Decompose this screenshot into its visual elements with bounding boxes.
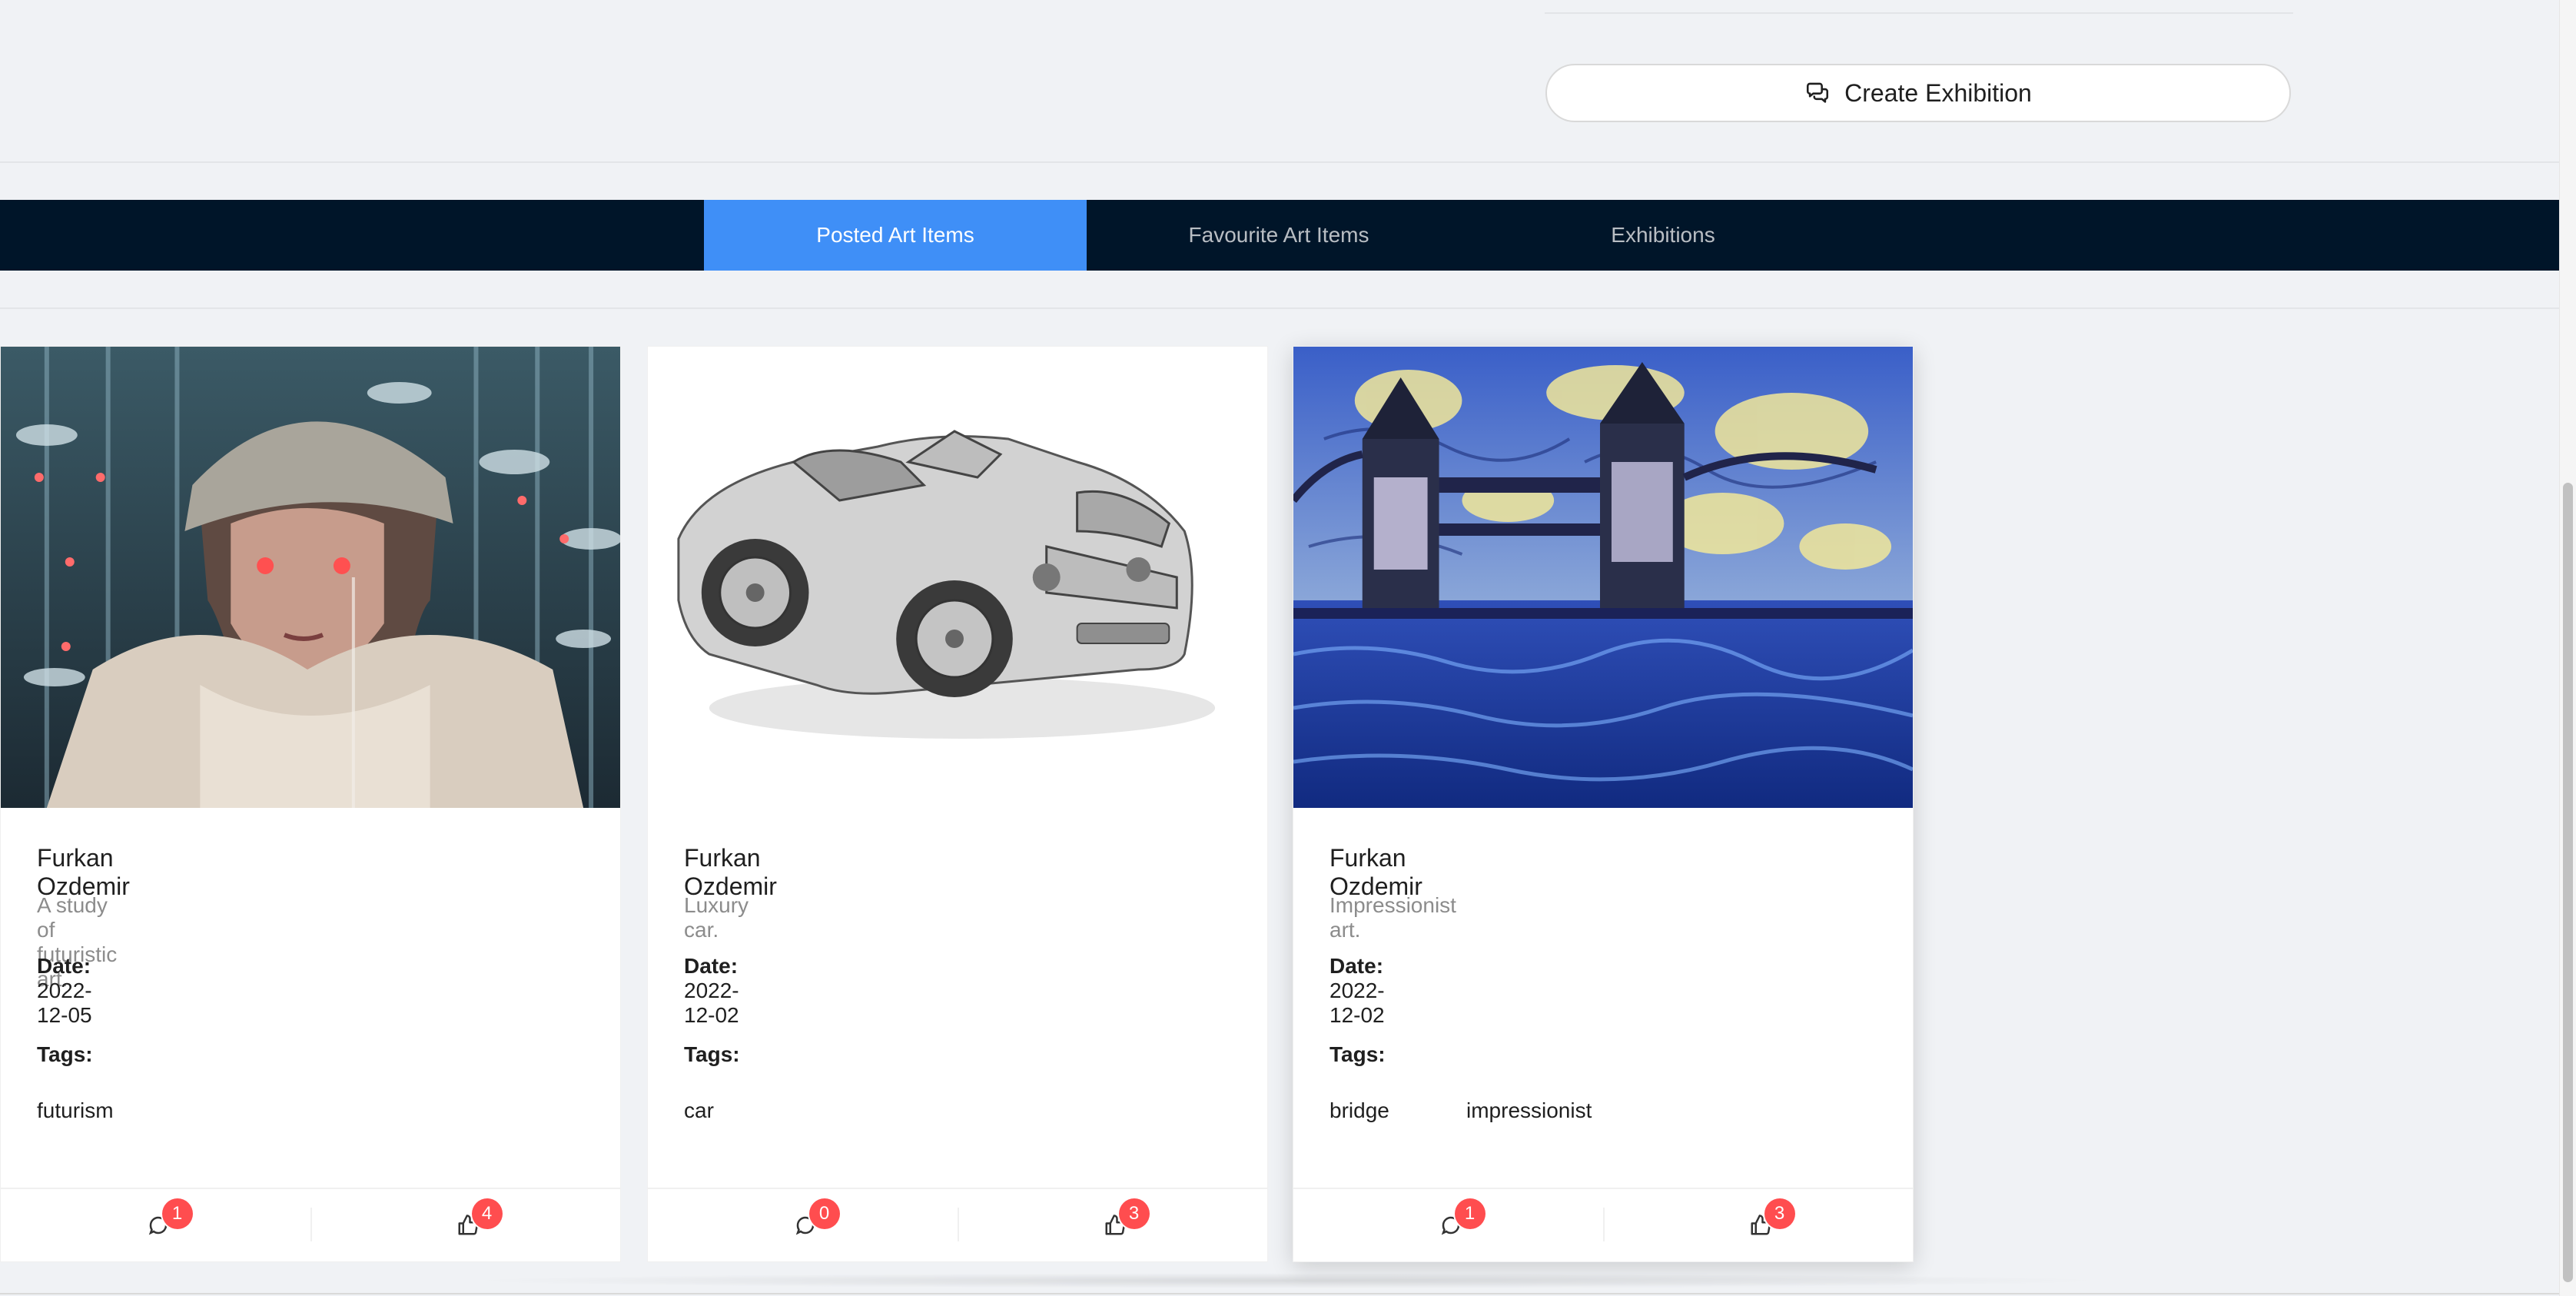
scrollbar-thumb[interactable] (2563, 483, 2573, 1282)
art-item-image[interactable] (1, 347, 620, 808)
tab-exhibitions[interactable]: Exhibitions (1471, 200, 1855, 271)
section-divider (0, 161, 2559, 163)
card-author: Furkan Ozdemir (37, 844, 130, 900)
comments-action[interactable]: 1 (1293, 1189, 1603, 1260)
comment-count-badge: 1 (161, 1198, 193, 1229)
date-value: 2022-12-02 (1329, 979, 1385, 1027)
bottom-divider (0, 1293, 2559, 1294)
tag[interactable]: bridge (1329, 1098, 1389, 1123)
tab-label: Favourite Art Items (1188, 223, 1369, 247)
date-value: 2022-12-02 (684, 979, 739, 1027)
card-actions: 1 3 (1293, 1188, 1913, 1261)
card-date: Date: 2022-12-02 (684, 954, 739, 1028)
like-count-badge: 3 (1118, 1198, 1150, 1229)
comments-action[interactable]: 0 (648, 1189, 958, 1260)
art-item-image[interactable] (1293, 347, 1913, 808)
create-exhibition-label: Create Exhibition (1844, 78, 2032, 107)
likes-action[interactable]: 4 (310, 1189, 620, 1260)
comments-action[interactable]: 1 (1, 1189, 310, 1260)
card-date: Date: 2022-12-05 (37, 954, 92, 1028)
like-count-badge: 3 (1764, 1198, 1795, 1229)
date-label: Date: (684, 954, 739, 978)
card-description: Luxury car. (684, 893, 749, 942)
tag[interactable]: impressionist (1466, 1098, 1592, 1123)
tab-label: Exhibitions (1611, 223, 1715, 247)
comments-icon (1807, 82, 1829, 103)
tags-label: Tags: (37, 1042, 93, 1066)
card-actions: 1 4 (1, 1188, 620, 1261)
tab-favourite-art-items[interactable]: Favourite Art Items (1087, 200, 1471, 271)
bottom-shadow (461, 1273, 2113, 1288)
tag[interactable]: car (684, 1098, 714, 1123)
vertical-scrollbar[interactable] (2559, 0, 2576, 1296)
date-label: Date: (1329, 954, 1384, 978)
top-divider (1545, 12, 2293, 14)
card-author: Furkan Ozdemir (1329, 844, 1422, 900)
art-item-card[interactable]: 1 4 (0, 346, 621, 1262)
likes-action[interactable]: 3 (1603, 1189, 1913, 1260)
tab-label: Posted Art Items (816, 223, 974, 247)
likes-action[interactable]: 3 (958, 1189, 1267, 1260)
card-author: Furkan Ozdemir (684, 844, 777, 900)
card-description: Impressionist art. (1329, 893, 1456, 942)
profile-tabs-nav: Posted Art Items Favourite Art Items Exh… (0, 200, 2559, 271)
tags-label: Tags: (1329, 1042, 1386, 1066)
art-item-card[interactable]: 1 3 (1293, 346, 1914, 1262)
section-divider (0, 307, 2559, 309)
card-actions: 0 3 (648, 1188, 1267, 1261)
comment-count-badge: 0 (808, 1198, 840, 1229)
art-item-card[interactable]: 0 3 (647, 346, 1268, 1262)
tab-posted-art-items[interactable]: Posted Art Items (704, 200, 1087, 271)
date-value: 2022-12-05 (37, 979, 92, 1027)
art-item-image[interactable] (648, 347, 1267, 808)
card-date: Date: 2022-12-02 (1329, 954, 1385, 1028)
create-exhibition-button[interactable]: Create Exhibition (1545, 64, 2291, 122)
like-count-badge: 4 (471, 1198, 503, 1229)
date-label: Date: (37, 954, 91, 978)
tags-label: Tags: (684, 1042, 740, 1066)
comment-count-badge: 1 (1454, 1198, 1486, 1229)
tag[interactable]: futurism (37, 1098, 114, 1123)
